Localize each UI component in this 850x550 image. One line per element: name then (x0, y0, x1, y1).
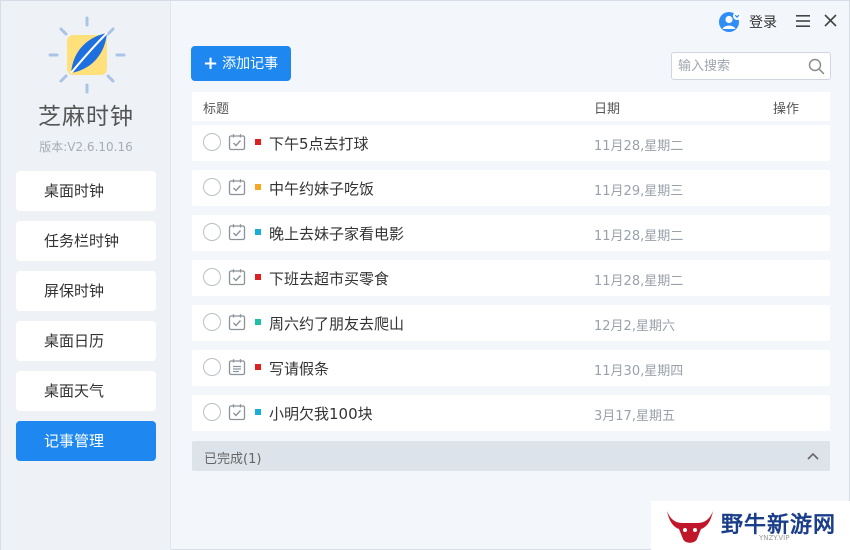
task-check-icon (228, 404, 246, 421)
login-link[interactable]: 登录 (749, 12, 777, 32)
table-header: 标题 日期 操作 (192, 92, 830, 121)
search-icon[interactable] (808, 58, 825, 75)
table-row[interactable]: 周六约了朋友去爬山 12月2,星期六 (192, 305, 830, 341)
task-check-icon (228, 314, 246, 331)
user-avatar-icon[interactable] (719, 11, 741, 33)
note-title: 下班去超市买零食 (269, 270, 390, 288)
task-check-icon (228, 134, 246, 151)
note-date: 11月28,星期二 (594, 139, 684, 154)
bull-logo-icon (667, 511, 713, 543)
table-row[interactable]: 中午约妹子吃饭 11月29,星期三 (192, 170, 830, 206)
task-check-icon (228, 224, 246, 241)
note-date: 11月28,星期二 (594, 274, 684, 289)
note-date: 11月29,星期三 (594, 184, 684, 199)
note-title: 晚上去妹子家看电影 (269, 225, 405, 243)
table-row[interactable]: 晚上去妹子家看电影 11月28,星期二 (192, 215, 830, 251)
table-row[interactable]: 下午5点去打球 11月28,星期二 (192, 125, 830, 161)
complete-radio[interactable] (203, 358, 221, 376)
note-date: 12月2,星期六 (594, 319, 675, 334)
search-input[interactable] (678, 56, 802, 76)
table-row[interactable]: 下班去超市买零食 11月28,星期二 (192, 260, 830, 296)
sidebar-item-taskbar-clock[interactable]: 任务栏时钟 (16, 221, 156, 261)
note-date: 11月28,星期二 (594, 229, 684, 244)
sidebar: 芝麻时钟 版本:V2.6.10.16 桌面时钟 任务栏时钟 屏保时钟 桌面日历 … (1, 1, 171, 550)
complete-radio[interactable] (203, 178, 221, 196)
completed-section-toggle[interactable]: 已完成(1) (192, 441, 830, 471)
sidebar-item-desktop-calendar[interactable]: 桌面日历 (16, 321, 156, 361)
app-version: 版本:V2.6.10.16 (39, 140, 133, 154)
sidebar-item-desktop-clock[interactable]: 桌面时钟 (16, 171, 156, 211)
note-title: 周六约了朋友去爬山 (269, 315, 405, 333)
note-date: 3月17,星期五 (594, 409, 675, 424)
sidebar-item-notes-manager[interactable]: 记事管理 (16, 421, 156, 461)
note-title: 小明欠我100块 (269, 405, 373, 423)
column-header-action: 操作 (773, 102, 800, 117)
priority-marker (255, 274, 261, 280)
watermark-subtext: YNZY.VIP (759, 534, 790, 542)
column-header-date: 日期 (594, 102, 621, 117)
complete-radio[interactable] (203, 403, 221, 421)
add-note-button[interactable]: + 添加记事 (191, 46, 291, 81)
column-header-title: 标题 (203, 102, 230, 117)
priority-marker (255, 184, 261, 190)
sidebar-item-screensaver-clock[interactable]: 屏保时钟 (16, 271, 156, 311)
table-row[interactable]: 写请假条 11月30,星期四 (192, 350, 830, 386)
chevron-up-icon (807, 452, 819, 460)
completed-label: 已完成(1) (204, 452, 262, 467)
note-title: 写请假条 (269, 360, 330, 378)
complete-radio[interactable] (203, 133, 221, 151)
priority-marker (255, 319, 261, 325)
close-icon[interactable] (823, 13, 838, 28)
note-date: 11月30,星期四 (594, 364, 684, 379)
menu-icon[interactable] (795, 13, 811, 29)
task-check-icon (228, 269, 246, 286)
app-window: 芝麻时钟 版本:V2.6.10.16 桌面时钟 任务栏时钟 屏保时钟 桌面日历 … (0, 0, 850, 550)
watermark: 野牛新游网 YNZY.VIP (651, 501, 850, 550)
app-logo-icon (48, 16, 126, 94)
complete-radio[interactable] (203, 268, 221, 286)
app-title: 芝麻时钟 (38, 104, 134, 130)
task-list-icon (228, 359, 246, 376)
task-check-icon (228, 179, 246, 196)
add-note-label: 添加记事 (222, 56, 279, 72)
complete-radio[interactable] (203, 313, 221, 331)
note-title: 下午5点去打球 (269, 135, 369, 153)
priority-marker (255, 229, 261, 235)
priority-marker (255, 409, 261, 415)
table-row[interactable]: 小明欠我100块 3月17,星期五 (192, 395, 830, 431)
note-title: 中午约妹子吃饭 (269, 180, 375, 198)
priority-marker (255, 364, 261, 370)
search-box (671, 52, 831, 80)
sidebar-item-desktop-weather[interactable]: 桌面天气 (16, 371, 156, 411)
priority-marker (255, 139, 261, 145)
complete-radio[interactable] (203, 223, 221, 241)
plus-icon: + (203, 53, 219, 74)
